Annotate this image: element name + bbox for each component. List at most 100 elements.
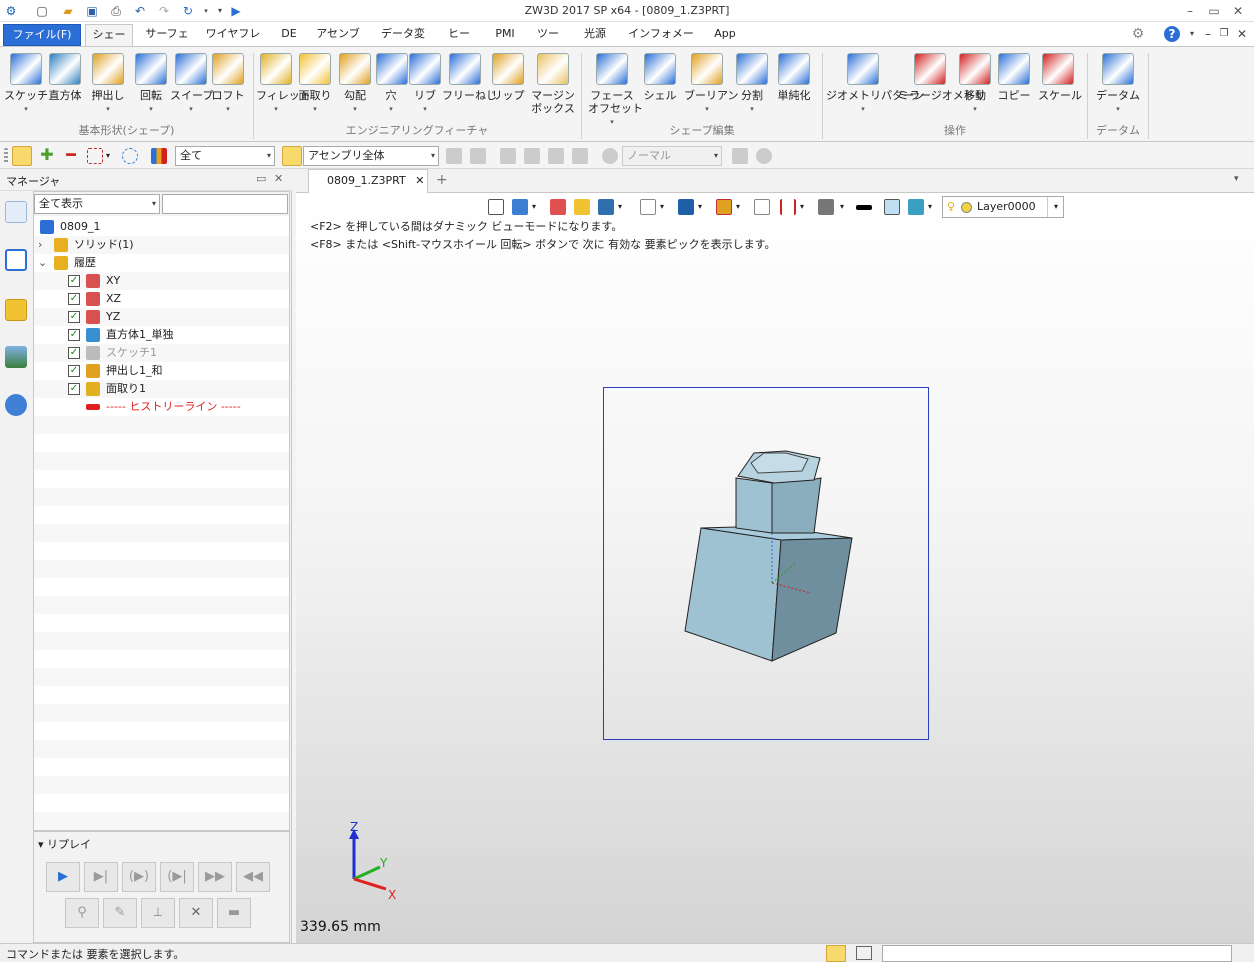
- scope-combo[interactable]: アセンブリ全体 ▾: [303, 146, 439, 166]
- tree-row[interactable]: ✓ XY: [34, 272, 289, 290]
- help-icon[interactable]: ?: [1164, 26, 1180, 42]
- tree-visibility-checkbox[interactable]: ✓: [68, 293, 80, 305]
- move-button[interactable]: 移動 ▾: [958, 53, 992, 116]
- tree-visibility-checkbox[interactable]: ✓: [68, 365, 80, 377]
- toolbar-disabled-icon-4[interactable]: [524, 148, 540, 164]
- rib-button[interactable]: リブ ▾: [408, 53, 442, 116]
- doc-minimize-icon[interactable]: –: [1200, 26, 1216, 42]
- tree-row[interactable]: 0809_1: [34, 218, 289, 236]
- filter-icon[interactable]: [151, 148, 167, 164]
- doc-restore-icon[interactable]: ❐: [1216, 26, 1232, 42]
- ribbon-dropdown-icon[interactable]: ▾: [210, 103, 246, 116]
- ribbon-dropdown-icon[interactable]: ▾: [826, 103, 900, 116]
- document-tab[interactable]: 0809_1.Z3PRT ✕: [308, 169, 428, 193]
- restore-icon[interactable]: ▭: [1204, 2, 1224, 20]
- layer-icon[interactable]: [908, 199, 924, 215]
- close-icon[interactable]: ✕: [1228, 2, 1248, 20]
- command-input[interactable]: [882, 945, 1232, 962]
- sweep-button[interactable]: スイープ ▾: [170, 53, 213, 116]
- sketch-button[interactable]: スケッチ ▾: [4, 53, 48, 116]
- view-solid-dropdown-icon[interactable]: ▾: [698, 199, 714, 215]
- view-background-dropdown-icon[interactable]: ▾: [840, 199, 856, 215]
- mode-combo[interactable]: ノーマル ▾: [622, 146, 722, 166]
- assembly-scope-icon[interactable]: [282, 146, 302, 166]
- tab-pmi[interactable]: PMI: [488, 24, 522, 46]
- fillet-button[interactable]: フィレット ▾: [256, 53, 311, 116]
- view-background-icon[interactable]: [818, 199, 834, 215]
- filter-combo[interactable]: 全て ▾: [175, 146, 275, 166]
- view-fit-icon[interactable]: [754, 199, 770, 215]
- boolean-button[interactable]: ブーリアン ▾: [684, 53, 739, 116]
- view-clear-icon[interactable]: [550, 199, 566, 215]
- tree-expander-icon[interactable]: ⌄: [38, 254, 47, 272]
- toolbar-disabled-icon-9[interactable]: [756, 148, 772, 164]
- loft-button[interactable]: ロフト ▾: [210, 53, 246, 116]
- revolve-button[interactable]: 回転 ▾: [130, 53, 172, 116]
- tab-tools[interactable]: ツール: [530, 24, 566, 60]
- doc-close-icon[interactable]: ✕: [1234, 26, 1250, 42]
- split-button[interactable]: 分割 ▾: [734, 53, 770, 116]
- tree-expander-icon[interactable]: ›: [38, 236, 42, 254]
- tab-information[interactable]: インフォメーション: [624, 24, 698, 60]
- mirror-button[interactable]: ミラージオメトリ: [898, 53, 986, 102]
- replay-step-over-button[interactable]: (▶): [122, 862, 156, 892]
- tab-file[interactable]: ファイル(F): [3, 24, 81, 46]
- toolbar-disabled-icon-6[interactable]: [572, 148, 588, 164]
- ribbon-dropdown-icon[interactable]: ▾: [734, 103, 770, 116]
- tab-data-conversion[interactable]: データ変換: [372, 24, 434, 60]
- extrude-button[interactable]: 押出し ▾: [86, 53, 130, 116]
- toolbar-disabled-icon-8[interactable]: [732, 148, 748, 164]
- view-render-dropdown-icon[interactable]: ▾: [618, 199, 634, 215]
- new-tab-icon[interactable]: +: [436, 172, 448, 188]
- ribbon-dropdown-icon[interactable]: ▾: [958, 103, 992, 116]
- ribbon-dropdown-icon[interactable]: ▾: [336, 103, 374, 116]
- panel-restore-icon[interactable]: ▭: [256, 172, 266, 185]
- settings-gear-icon[interactable]: ⚙: [1130, 26, 1146, 42]
- ribbon-dropdown-icon[interactable]: ▾: [684, 103, 730, 116]
- view-wireframe-dropdown-icon[interactable]: ▾: [660, 199, 676, 215]
- graphics-viewport[interactable]: ▾ ▾ ▾ ▾ ▾ ▾ ▾ ▾ ♀ Layer0000 ▾ <F2> を押してい…: [296, 193, 1254, 943]
- history-manager-icon[interactable]: [5, 201, 27, 223]
- ribbon-dropdown-icon[interactable]: ▾: [376, 103, 406, 116]
- view-wireframe-icon[interactable]: [640, 199, 656, 215]
- view-solid-icon[interactable]: [678, 199, 694, 215]
- tab-de[interactable]: DE: [276, 24, 302, 46]
- document-tab-close-icon[interactable]: ✕: [415, 174, 424, 187]
- layer-combo-arrow-icon[interactable]: ▾: [1047, 197, 1064, 217]
- toolbar-disabled-icon-3[interactable]: [500, 148, 516, 164]
- thread-button[interactable]: フリーねじ: [442, 53, 497, 102]
- tab-app[interactable]: App: [708, 24, 742, 46]
- part-view-icon[interactable]: [5, 299, 27, 321]
- view-orient-dropdown-icon[interactable]: ▾: [532, 199, 548, 215]
- replay-link-button[interactable]: ⚲: [65, 898, 99, 928]
- view-shade-icon[interactable]: [574, 199, 590, 215]
- ribbon-dropdown-icon[interactable]: ▾: [408, 103, 442, 116]
- remove-pick-icon[interactable]: ━: [63, 147, 79, 164]
- tab-wireframe[interactable]: ワイヤフレーム: [200, 24, 266, 60]
- layer-combo[interactable]: ♀ Layer0000 ▾: [942, 196, 1064, 218]
- tree-row[interactable]: ✓ 直方体1_単独: [34, 326, 289, 344]
- margin-box-button[interactable]: マージン ボックス: [530, 53, 576, 115]
- box-select-dropdown-icon[interactable]: ▾: [106, 148, 122, 164]
- replay-suppress-button[interactable]: ⟂: [141, 898, 175, 928]
- ribbon-dropdown-icon[interactable]: ▾: [4, 103, 48, 116]
- hole-button[interactable]: 穴 ▾: [376, 53, 408, 116]
- tree-visibility-checkbox[interactable]: ✓: [68, 329, 80, 341]
- tree-row[interactable]: ----- ヒストリーライン -----: [34, 398, 289, 416]
- replay-step-into-button[interactable]: (▶|: [160, 862, 194, 892]
- tab-light[interactable]: 光源: [578, 24, 612, 46]
- assembly-tree-icon[interactable]: [5, 249, 27, 271]
- tree-row[interactable]: ⌄ 履歴: [34, 254, 289, 272]
- view-section-icon[interactable]: [780, 199, 796, 215]
- line-style-icon[interactable]: [856, 205, 872, 210]
- ribbon-dropdown-icon[interactable]: ▾: [1096, 103, 1140, 116]
- ribbon-dropdown-icon[interactable]: ▾: [86, 103, 130, 116]
- copy-button[interactable]: コピー: [994, 53, 1034, 102]
- ribbon-dropdown-icon[interactable]: ▾: [170, 103, 212, 116]
- draft-button[interactable]: 勾配 ▾: [336, 53, 374, 116]
- scale-button[interactable]: スケール: [1038, 53, 1082, 102]
- minimize-icon[interactable]: –: [1180, 2, 1200, 20]
- lip-button[interactable]: リップ: [490, 53, 526, 102]
- view-render-icon[interactable]: [598, 199, 614, 215]
- view-exit-icon[interactable]: [488, 199, 504, 215]
